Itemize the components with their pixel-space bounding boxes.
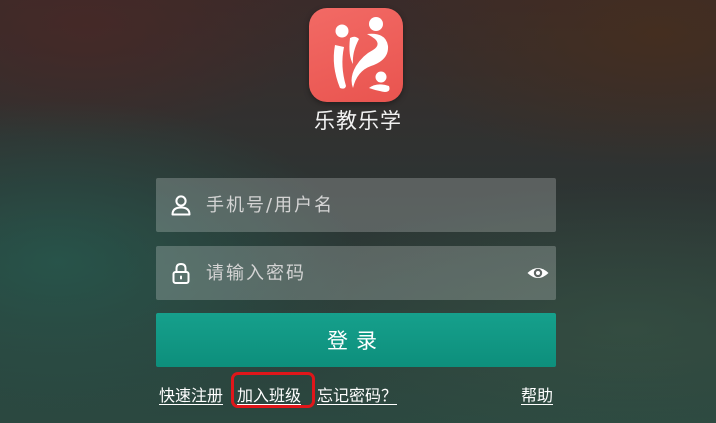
- eye-icon[interactable]: [526, 262, 550, 284]
- join-class-link[interactable]: 加入班级: [237, 382, 301, 406]
- forgot-password-link[interactable]: 忘记密码？: [317, 382, 397, 406]
- username-field[interactable]: [156, 178, 556, 232]
- lock-icon: [172, 262, 190, 284]
- user-icon: [171, 195, 191, 216]
- username-input[interactable]: [206, 178, 526, 232]
- help-link[interactable]: 帮助: [521, 382, 553, 406]
- password-field[interactable]: [156, 246, 556, 300]
- register-link[interactable]: 快速注册: [159, 382, 223, 406]
- people-logo-icon: [333, 17, 390, 92]
- app-logo: [309, 8, 403, 102]
- app-name: 乐教乐学: [314, 109, 402, 133]
- password-input[interactable]: [206, 246, 526, 300]
- login-button[interactable]: 登录: [156, 313, 556, 367]
